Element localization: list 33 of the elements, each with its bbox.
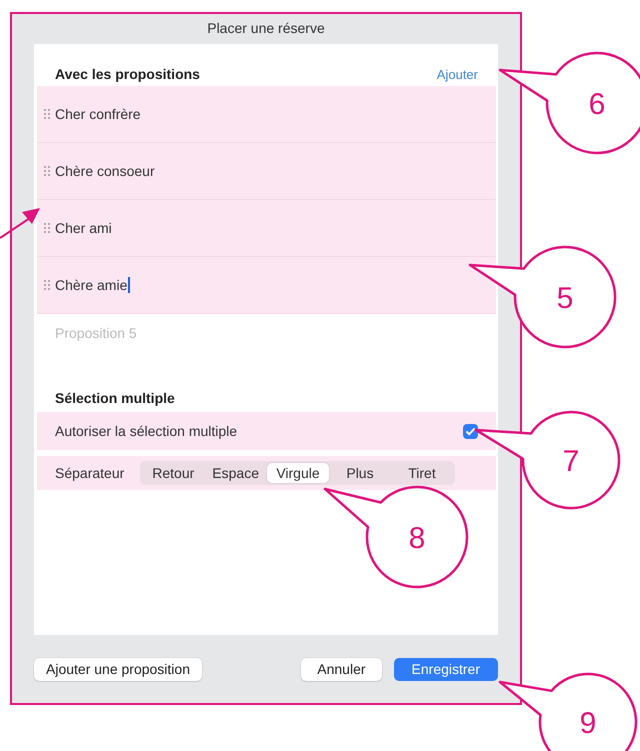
proposition-row[interactable]: Chère consoeur	[37, 143, 496, 200]
window-title: Placer une réserve	[206, 19, 326, 38]
checkbox[interactable]	[463, 424, 478, 438]
proposition-text: Cher ami	[55, 220, 112, 236]
action-button[interactable]: Annuler	[301, 658, 382, 680]
segment-option[interactable]: Tiret	[390, 463, 453, 483]
segment-option[interactable]: Virgule	[266, 463, 329, 483]
callout-number: 6	[588, 88, 606, 121]
segment-option[interactable]: Plus	[328, 463, 391, 483]
segment-option[interactable]: Retour	[142, 463, 204, 483]
drag-handle-icon[interactable]	[43, 165, 51, 177]
drag-handle-icon[interactable]	[43, 108, 51, 120]
proposition-row[interactable]: Cher ami	[37, 200, 496, 257]
add-link[interactable]: Ajouter	[436, 66, 478, 82]
proposition-text: Chère amie	[55, 277, 130, 293]
section-heading: Sélection multiple	[55, 390, 175, 406]
proposition-text: Chère consoeur	[55, 163, 155, 179]
segment-option[interactable]: Espace	[204, 463, 267, 483]
callout-number: 8	[408, 522, 426, 555]
callout-number: 7	[562, 445, 580, 478]
section-heading: Avec les propositions	[55, 66, 200, 82]
proposition-row[interactable]: Cher confrère	[37, 86, 496, 143]
proposition-input[interactable]: Proposition 5	[55, 325, 355, 341]
drag-handle-icon[interactable]	[43, 279, 51, 291]
option-label: Autoriser la sélection multiple	[55, 423, 238, 439]
option-label: Séparateur	[55, 465, 124, 481]
action-button[interactable]: Ajouter une proposition	[34, 658, 202, 680]
callout-number: 9	[580, 707, 596, 740]
drag-handle-icon[interactable]	[43, 222, 51, 234]
proposition-text: Cher confrère	[55, 106, 141, 122]
proposition-row[interactable]: Chère amie	[37, 257, 496, 314]
callout-number: 5	[556, 282, 574, 315]
save-button[interactable]: Enregistrer	[394, 658, 498, 680]
